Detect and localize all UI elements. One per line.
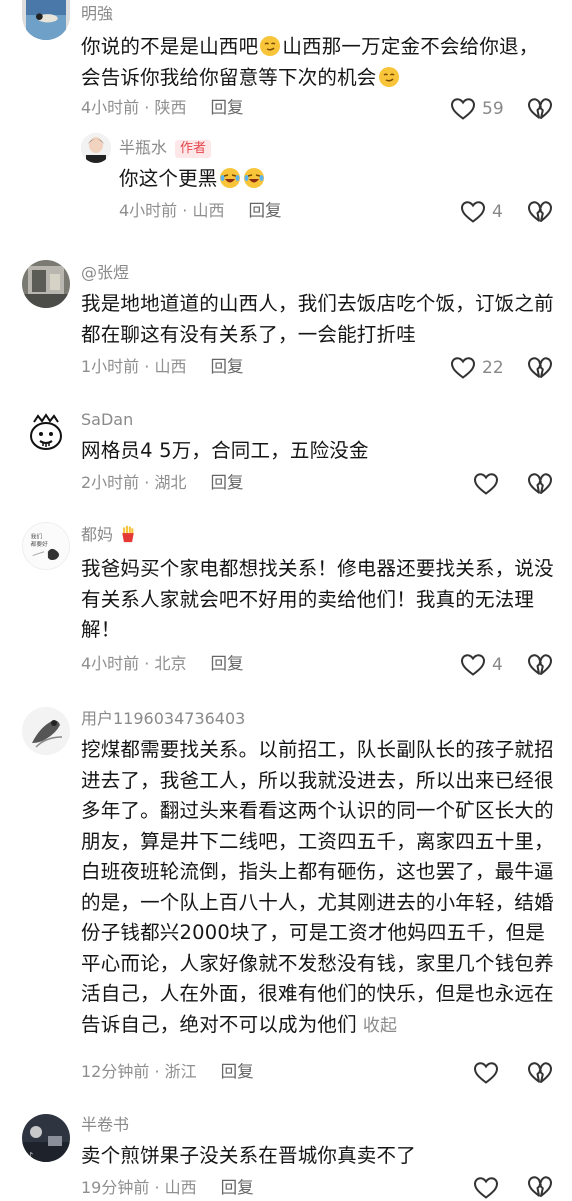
- reply-button[interactable]: 回复: [221, 1178, 254, 1197]
- svg-text:我们: 我们: [31, 532, 43, 540]
- like-button[interactable]: [473, 1175, 499, 1201]
- username[interactable]: 半卷书: [81, 1114, 129, 1136]
- comment-meta: 19分钟前 · 山西 回复: [81, 1177, 254, 1199]
- username[interactable]: 明強: [81, 3, 113, 25]
- heart-outline-icon: [473, 473, 499, 495]
- comment-text: 网格员4 5万，合同工，五险没金: [81, 439, 369, 462]
- username[interactable]: SaDan: [81, 409, 133, 431]
- timestamp: 12分钟前 · 浙江: [81, 1062, 197, 1081]
- like-button[interactable]: 22: [450, 355, 504, 381]
- comment-text: 我是地地道道的山西人，我们去饭店吃个饭，订饭之前 都在聊这有没有关系了，一会能打…: [81, 292, 554, 346]
- avatar[interactable]: [22, 408, 70, 456]
- like-count: 22: [482, 358, 504, 378]
- reply-button[interactable]: 回复: [210, 98, 243, 117]
- avatar[interactable]: [22, 0, 70, 40]
- comment-meta: 4小时前 · 山西 回复: [119, 200, 281, 222]
- avatar[interactable]: [81, 133, 111, 163]
- reply-button[interactable]: 回复: [210, 357, 243, 376]
- comment-text: 你说的不是是山西吧 山西那一万定金不会给你退， 会告诉你我给你留意等下次的机会: [81, 35, 539, 89]
- timestamp: 1小时前 · 山西: [81, 357, 187, 376]
- smirk-emoji-icon: [378, 66, 399, 87]
- avatar[interactable]: [22, 707, 70, 755]
- heart-outline-icon: [460, 201, 486, 223]
- avatar[interactable]: ♪: [22, 1114, 70, 1162]
- dislike-button[interactable]: [527, 356, 553, 380]
- timestamp: 19分钟前 · 山西: [81, 1178, 197, 1197]
- laugh-cry-emoji-icon: [243, 168, 264, 188]
- laugh-cry-emoji-icon: [219, 168, 240, 188]
- like-button[interactable]: [473, 471, 499, 497]
- reply-button[interactable]: 回复: [221, 1062, 254, 1081]
- heart-outline-icon: [450, 98, 476, 120]
- reply-button[interactable]: 回复: [210, 473, 243, 492]
- comment-meta: 4小时前 · 北京 回复: [81, 653, 243, 675]
- comment-text: 挖煤都需要找关系。以前招工，队长副队长的孩子就招 进去了，我爸工人，所以我就没进…: [81, 738, 554, 1036]
- timestamp: 4小时前 · 山西: [119, 201, 225, 220]
- username[interactable]: 半瓶水 作者: [119, 137, 212, 159]
- heart-outline-icon: [460, 654, 486, 676]
- dislike-button[interactable]: [527, 653, 553, 677]
- dislike-button[interactable]: [527, 1061, 553, 1085]
- broken-heart-icon: [528, 201, 552, 222]
- broken-heart-icon: [528, 1062, 552, 1083]
- timestamp: 2小时前 · 湖北: [81, 473, 187, 492]
- comment-meta: 1小时前 · 山西 回复: [81, 356, 243, 378]
- heart-outline-icon: [473, 1062, 499, 1084]
- like-count: 4: [492, 202, 503, 222]
- timestamp: 4小时前 · 北京: [81, 654, 187, 673]
- broken-heart-icon: [528, 654, 552, 675]
- comment-text: 卖个煎饼果子没关系在晋城你真卖不了: [81, 1144, 416, 1167]
- dislike-button[interactable]: [527, 1175, 553, 1199]
- like-button[interactable]: 59: [450, 96, 504, 122]
- svg-text:都要好: 都要好: [31, 540, 48, 548]
- heart-outline-icon: [473, 1177, 499, 1199]
- like-button[interactable]: 4: [460, 199, 503, 225]
- comment-text: 我爸妈买个家电都想找关系！修电器还要找关系，说没 有关系人家就会吧不好用的卖给他…: [81, 557, 554, 641]
- comment-meta: 2小时前 · 湖北 回复: [81, 472, 243, 494]
- broken-heart-icon: [528, 98, 552, 119]
- username[interactable]: 用户1196034736403: [81, 708, 245, 730]
- dislike-button[interactable]: [527, 472, 553, 496]
- comment-meta: 12分钟前 · 浙江 回复: [81, 1061, 254, 1083]
- dislike-button[interactable]: [527, 97, 553, 121]
- broken-heart-icon: [528, 1176, 552, 1197]
- timestamp: 4小时前 · 陕西: [81, 98, 187, 117]
- reply-button[interactable]: 回复: [210, 654, 243, 673]
- broken-heart-icon: [528, 357, 552, 378]
- like-count: 4: [492, 655, 503, 675]
- broken-heart-icon: [528, 473, 552, 494]
- svg-text:♪: ♪: [28, 1151, 33, 1160]
- like-count: 59: [482, 99, 504, 119]
- reply-button[interactable]: 回复: [248, 201, 281, 220]
- smirk-emoji-icon: [260, 36, 281, 56]
- heart-outline-icon: [450, 357, 476, 379]
- author-badge: 作者: [175, 140, 212, 158]
- comment-text: 你这个更黑: [119, 164, 572, 195]
- comment-meta: 4小时前 · 陕西 回复: [81, 97, 243, 119]
- like-button[interactable]: [473, 1060, 499, 1086]
- dislike-button[interactable]: [527, 200, 553, 224]
- avatar[interactable]: [22, 260, 70, 308]
- like-button[interactable]: 4: [460, 652, 503, 678]
- username[interactable]: @张煜: [81, 262, 129, 284]
- username[interactable]: 都妈: [81, 524, 138, 546]
- collapse-link[interactable]: 收起: [363, 1016, 397, 1036]
- fries-emoji-icon: [122, 525, 134, 543]
- avatar[interactable]: 我们 都要好: [22, 522, 70, 570]
